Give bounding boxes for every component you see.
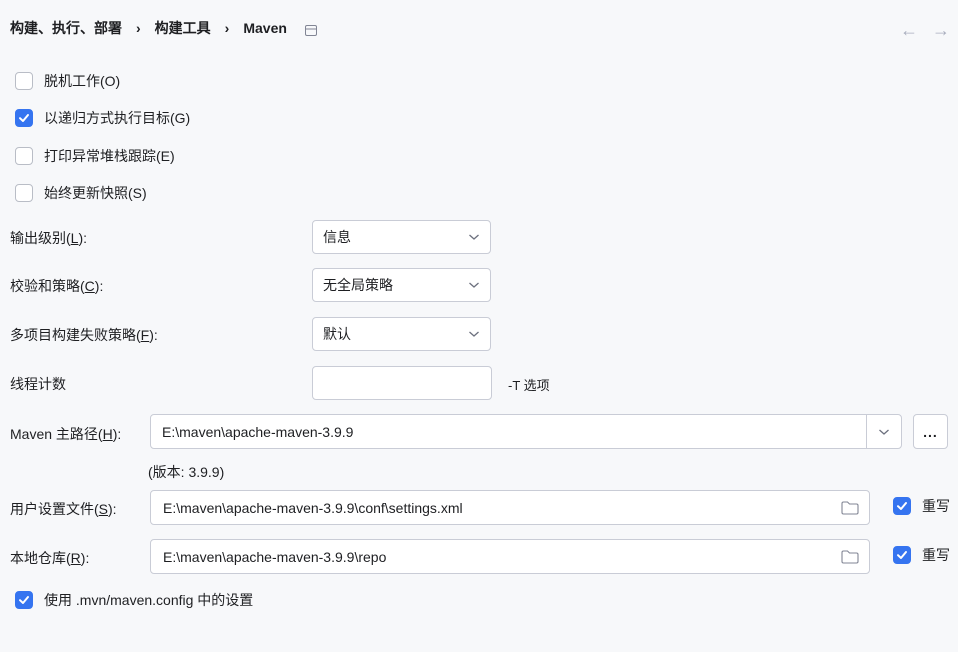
multiproject-policy-select[interactable]: 默认 xyxy=(312,317,491,351)
maven-home-value: E:\maven\apache-maven-3.9.9 xyxy=(162,423,354,440)
user-settings-label: 用户设置文件(S): xyxy=(10,501,117,517)
user-settings-override[interactable]: 重写 xyxy=(893,496,950,516)
local-repo-field[interactable]: E:\maven\apache-maven-3.9.9\repo xyxy=(150,539,870,574)
maven-home-combo[interactable]: E:\maven\apache-maven-3.9.9 xyxy=(150,414,902,449)
always-update-option[interactable]: 始终更新快照(S) xyxy=(15,182,147,204)
breadcrumb: 构建、执行、部署 › 构建工具 › Maven xyxy=(10,18,317,38)
maven-version-text: (版本: 3.9.9) xyxy=(148,464,225,480)
print-stack-checkbox[interactable] xyxy=(15,147,33,165)
local-repo-override-checkbox[interactable] xyxy=(893,546,911,564)
checkmark-icon xyxy=(897,502,907,510)
print-stack-option[interactable]: 打印异常堆栈跟踪(E) xyxy=(15,145,175,167)
thread-count-input[interactable] xyxy=(312,366,492,400)
chevron-down-icon xyxy=(879,429,889,435)
chevron-down-icon xyxy=(469,234,479,240)
use-mvn-config-checkbox[interactable] xyxy=(15,591,33,609)
checkmark-icon xyxy=(897,551,907,559)
print-stack-label: 打印异常堆栈跟踪(E) xyxy=(44,148,175,164)
user-settings-override-label: 重写 xyxy=(922,498,950,514)
history-nav: ← → xyxy=(900,20,950,40)
breadcrumb-item-maven: Maven xyxy=(243,20,287,36)
thread-count-hint: -T 选项 xyxy=(508,378,550,393)
output-level-value: 信息 xyxy=(323,229,351,245)
local-repo-value: E:\maven\apache-maven-3.9.9\repo xyxy=(163,548,387,565)
local-repo-label: 本地仓库(R): xyxy=(10,550,90,566)
maven-home-label: Maven 主路径(H): xyxy=(10,426,122,442)
output-level-label: 输出级别(L): xyxy=(10,230,88,246)
breadcrumb-separator: › xyxy=(224,20,230,36)
always-update-label: 始终更新快照(S) xyxy=(44,185,147,201)
offline-option[interactable]: 脱机工作(O) xyxy=(15,70,120,92)
output-level-select[interactable]: 信息 xyxy=(312,220,491,254)
offline-label: 脱机工作(O) xyxy=(44,73,121,89)
checksum-policy-value: 无全局策略 xyxy=(323,277,393,293)
multiproject-policy-label: 多项目构建失败策略(F): xyxy=(10,327,158,343)
multiproject-policy-value: 默认 xyxy=(323,326,351,342)
recursive-checkbox[interactable] xyxy=(15,109,33,127)
user-settings-override-checkbox[interactable] xyxy=(893,497,911,515)
forward-arrow-icon[interactable]: → xyxy=(932,20,950,40)
user-settings-value: E:\maven\apache-maven-3.9.9\conf\setting… xyxy=(163,499,463,516)
offline-checkbox[interactable] xyxy=(15,72,33,90)
use-mvn-config-label: 使用 .mvn/maven.config 中的设置 xyxy=(44,592,254,608)
breadcrumb-item-build-tools[interactable]: 构建工具 xyxy=(155,18,211,38)
recursive-label: 以递归方式执行目标(G) xyxy=(44,110,191,126)
folder-icon[interactable] xyxy=(841,549,859,564)
maven-home-browse-button[interactable]: ... xyxy=(913,414,948,449)
thread-count-label: 线程计数 xyxy=(10,376,66,392)
chevron-down-icon xyxy=(469,282,479,288)
recursive-option[interactable]: 以递归方式执行目标(G) xyxy=(15,107,190,129)
checksum-policy-label: 校验和策略(C): xyxy=(10,278,104,294)
checkmark-icon xyxy=(19,596,29,604)
chevron-down-icon xyxy=(469,331,479,337)
breadcrumb-item-build[interactable]: 构建、执行、部署 xyxy=(10,18,122,38)
local-repo-override-label: 重写 xyxy=(922,547,950,563)
use-mvn-config-option[interactable]: 使用 .mvn/maven.config 中的设置 xyxy=(15,589,253,611)
back-arrow-icon[interactable]: ← xyxy=(900,20,918,40)
maven-home-dropdown-button[interactable] xyxy=(866,415,901,448)
window-pin-icon[interactable] xyxy=(304,23,317,36)
breadcrumb-separator: › xyxy=(136,20,141,36)
always-update-checkbox[interactable] xyxy=(15,184,33,202)
local-repo-override[interactable]: 重写 xyxy=(893,545,950,565)
user-settings-field[interactable]: E:\maven\apache-maven-3.9.9\conf\setting… xyxy=(150,490,870,525)
checkmark-icon xyxy=(19,114,29,122)
checksum-policy-select[interactable]: 无全局策略 xyxy=(312,268,491,302)
folder-icon[interactable] xyxy=(841,500,859,515)
